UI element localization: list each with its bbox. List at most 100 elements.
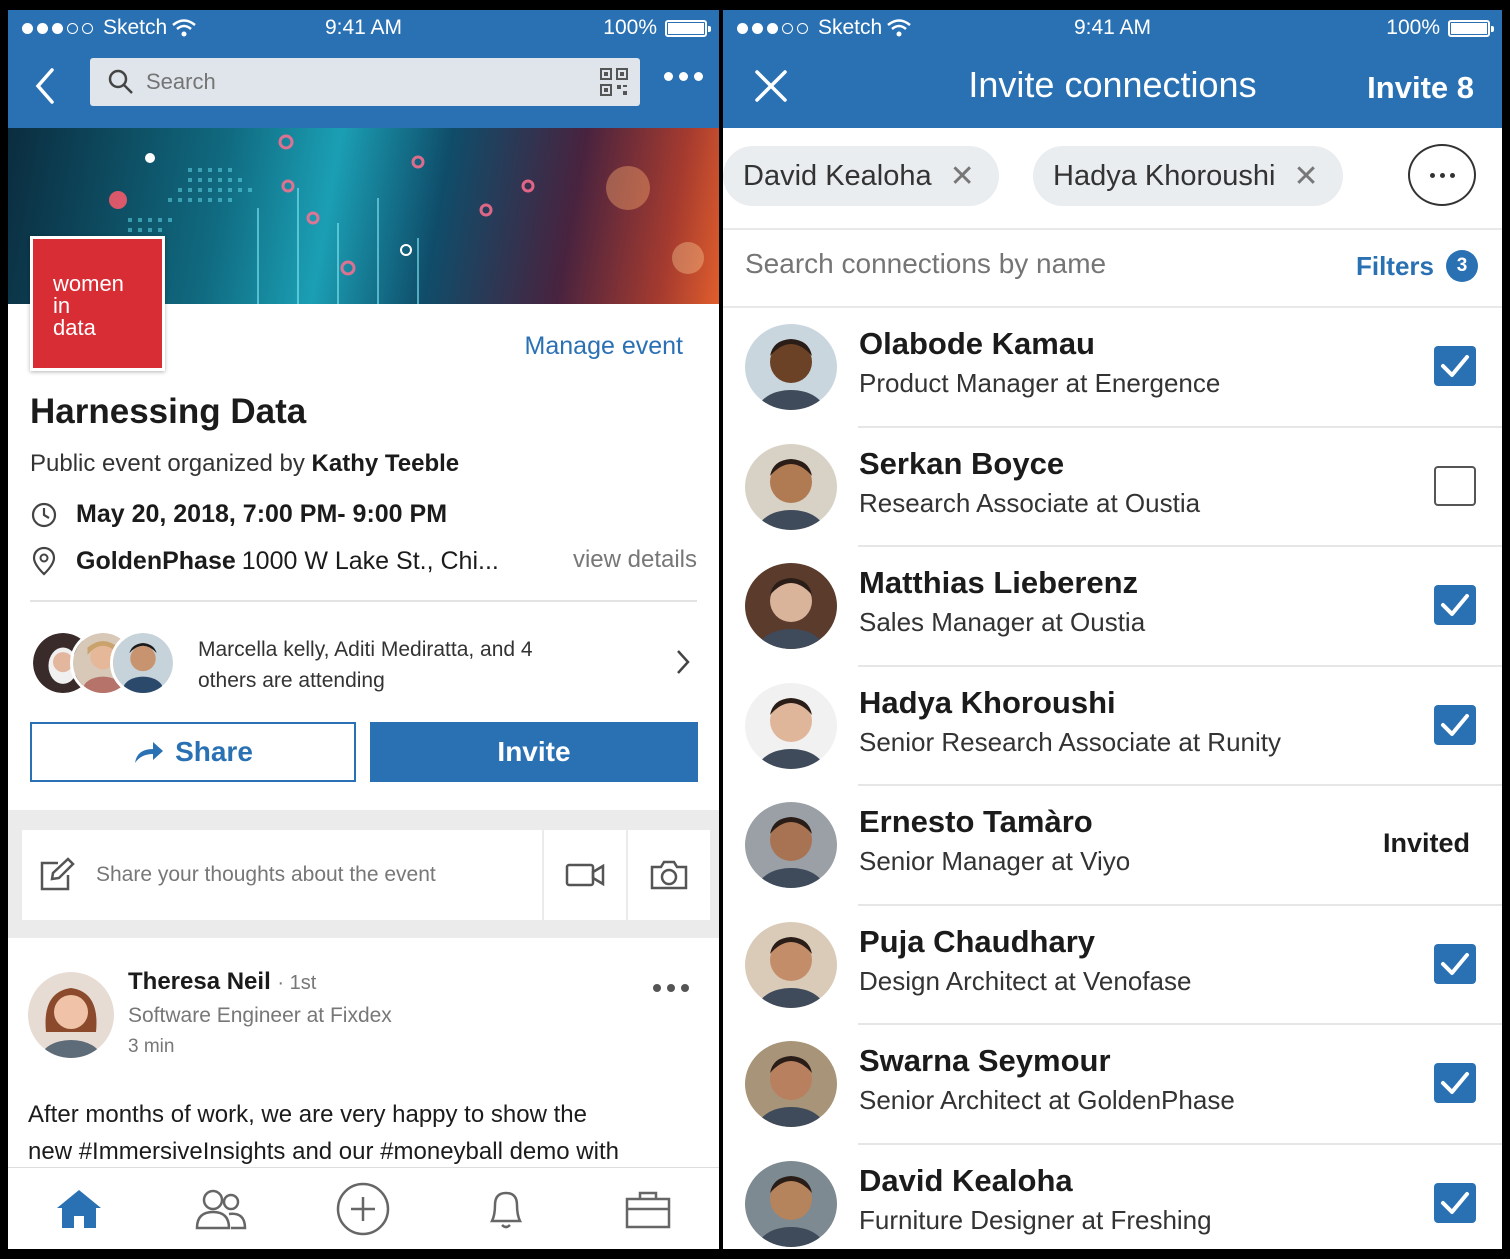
post-icon xyxy=(337,1182,390,1235)
connection-name: Matthias Lieberenz xyxy=(859,565,1139,600)
qr-code-icon[interactable] xyxy=(600,68,628,96)
invited-label: Invited xyxy=(1382,828,1470,858)
video-button[interactable] xyxy=(544,830,626,920)
connection-row[interactable]: Serkan Boyce Research Associate at Ousti… xyxy=(723,428,1502,547)
connection-row[interactable]: Swarna Seymour Senior Architect at Golde… xyxy=(723,1025,1502,1145)
connection-name: Swarna Seymour xyxy=(859,1043,1111,1078)
checkbox-checked[interactable] xyxy=(1434,704,1476,745)
invite-button[interactable]: Invite xyxy=(370,722,698,782)
event-date: May 20, 2018, 7:00 PM- 9:00 PM xyxy=(76,500,448,528)
connection-search: Filters 3 xyxy=(723,230,1502,308)
location-address: 1000 W Lake St., Chi... xyxy=(241,546,499,575)
tab-my-network[interactable] xyxy=(186,1179,256,1239)
connection-headline: Research Associate at Oustia xyxy=(859,487,1201,518)
attendees-row[interactable]: Marcella kelly, Aditi Mediratta, and 4 o… xyxy=(30,620,697,710)
post-time: 3 min xyxy=(128,1036,175,1057)
share-thoughts-input[interactable]: Share your thoughts about the event xyxy=(22,830,542,920)
battery-status: 100% xyxy=(1386,16,1494,40)
connection-avatar xyxy=(745,682,837,769)
author-headline: Software Engineer at Fixdex xyxy=(128,1004,392,1027)
author-name[interactable]: Theresa Neil · 1st xyxy=(128,968,316,996)
checkbox-checked[interactable] xyxy=(1434,943,1476,984)
connection-row[interactable]: David Kealoha Furniture Designer at Fres… xyxy=(723,1145,1502,1250)
status-bar: Sketch 9:41 AM 100% xyxy=(8,10,719,44)
connection-avatar xyxy=(745,1041,837,1127)
connection-headline: Product Manager at Energence xyxy=(859,368,1221,398)
checkbox-checked[interactable] xyxy=(1434,346,1476,386)
top-nav xyxy=(8,44,719,128)
connection-avatar xyxy=(745,324,837,410)
photo-button[interactable] xyxy=(628,830,710,920)
invite-connections-screen: Sketch 9:41 AM 100% Invite connections I… xyxy=(723,10,1502,1249)
jobs-icon xyxy=(625,1191,671,1228)
connection-row[interactable]: Hadya Khoroushi Senior Research Associat… xyxy=(723,667,1502,786)
checkbox-checked[interactable] xyxy=(1434,1063,1476,1103)
connection-name: David Kealoha xyxy=(859,1162,1073,1198)
connection-headline: Furniture Designer at Freshing xyxy=(859,1204,1212,1235)
checkbox-checked[interactable] xyxy=(1434,1182,1476,1223)
connection-headline: Sales Manager at Oustia xyxy=(859,607,1146,637)
divider xyxy=(30,600,697,602)
connection-name: Ernesto Tamàro xyxy=(859,804,1093,839)
invite-submit-button[interactable]: Invite 8 xyxy=(1367,70,1474,106)
more-options-icon[interactable] xyxy=(664,72,703,81)
connection-avatar xyxy=(745,563,837,649)
remove-chip-icon[interactable]: ✕ xyxy=(950,159,975,194)
checkbox-unchecked[interactable] xyxy=(1434,465,1476,506)
selected-chips: David Kealoha ✕ Hadya Khoroushi ✕ xyxy=(723,128,1502,230)
share-button[interactable]: Share xyxy=(30,722,356,782)
connection-search-input[interactable] xyxy=(745,248,1305,280)
selected-chip: David Kealoha ✕ xyxy=(723,146,999,206)
connection-name: Puja Chaudhary xyxy=(859,923,1095,959)
connection-row[interactable]: Matthias Lieberenz Sales Manager at Oust… xyxy=(723,547,1502,667)
connection-name: Hadya Khoroushi xyxy=(859,684,1116,720)
organizer-name[interactable]: Kathy Teeble xyxy=(312,450,460,477)
battery-icon xyxy=(1448,19,1494,37)
compose-icon xyxy=(40,857,75,891)
connection-degree: · 1st xyxy=(277,972,317,994)
post-options-icon[interactable] xyxy=(653,984,689,992)
back-button[interactable] xyxy=(26,64,66,108)
connection-headline: Design Architect at Venofase xyxy=(859,965,1192,996)
tab-jobs[interactable] xyxy=(613,1179,683,1239)
filters-button[interactable]: Filters 3 xyxy=(1356,250,1478,282)
manage-event-link[interactable]: Manage event xyxy=(525,332,683,361)
video-camera-icon xyxy=(565,863,605,887)
connection-row[interactable]: Puja Chaudhary Design Architect at Venof… xyxy=(723,906,1502,1025)
connection-row[interactable]: Ernesto Tamàro Senior Manager at Viyo In… xyxy=(723,786,1502,906)
attendee-avatars xyxy=(30,630,180,696)
chevron-right-icon xyxy=(677,650,690,674)
event-screen: Sketch 9:41 AM 100% Search women in data… xyxy=(8,10,719,1249)
remove-chip-icon[interactable]: ✕ xyxy=(1293,159,1318,194)
connections-list: Olabode Kamau Product Manager at Energen… xyxy=(723,308,1502,1249)
location-pin-icon xyxy=(32,546,56,576)
connection-headline: Senior Research Associate at Runity xyxy=(859,726,1281,757)
tab-notifications[interactable] xyxy=(471,1179,541,1239)
event-title: Harnessing Data xyxy=(30,392,307,431)
connection-headline: Senior Architect at GoldenPhase xyxy=(859,1085,1235,1115)
selected-chip: Hadya Khoroushi ✕ xyxy=(1033,146,1343,206)
status-bar: Sketch 9:41 AM 100% xyxy=(723,10,1502,44)
connection-name: Olabode Kamau xyxy=(859,326,1095,361)
search-bar[interactable] xyxy=(90,58,640,106)
more-chips-button[interactable] xyxy=(1408,144,1476,206)
view-details-link[interactable]: view details xyxy=(573,546,697,574)
tab-post[interactable] xyxy=(328,1179,398,1239)
connection-avatar xyxy=(745,921,837,1008)
clock-icon xyxy=(31,502,57,527)
author-avatar[interactable] xyxy=(28,972,114,1058)
connection-row[interactable]: Olabode Kamau Product Manager at Energen… xyxy=(723,308,1502,428)
search-input[interactable] xyxy=(146,69,566,95)
location-name: GoldenPhase xyxy=(76,546,236,575)
clock: 9:41 AM xyxy=(1073,16,1152,39)
connection-headline: Senior Manager at Viyo xyxy=(859,846,1131,876)
tab-home[interactable] xyxy=(44,1179,114,1239)
top-nav: Invite connections Invite 8 xyxy=(723,44,1502,128)
checkbox-checked[interactable] xyxy=(1434,585,1476,625)
notifications-icon xyxy=(489,1191,522,1228)
connection-avatar xyxy=(745,1160,837,1247)
event-date-row: May 20, 2018, 7:00 PM- 9:00 PM xyxy=(30,500,447,529)
battery-percent: 100% xyxy=(1386,16,1440,39)
connection-avatar xyxy=(745,443,837,530)
search-icon xyxy=(108,69,133,94)
